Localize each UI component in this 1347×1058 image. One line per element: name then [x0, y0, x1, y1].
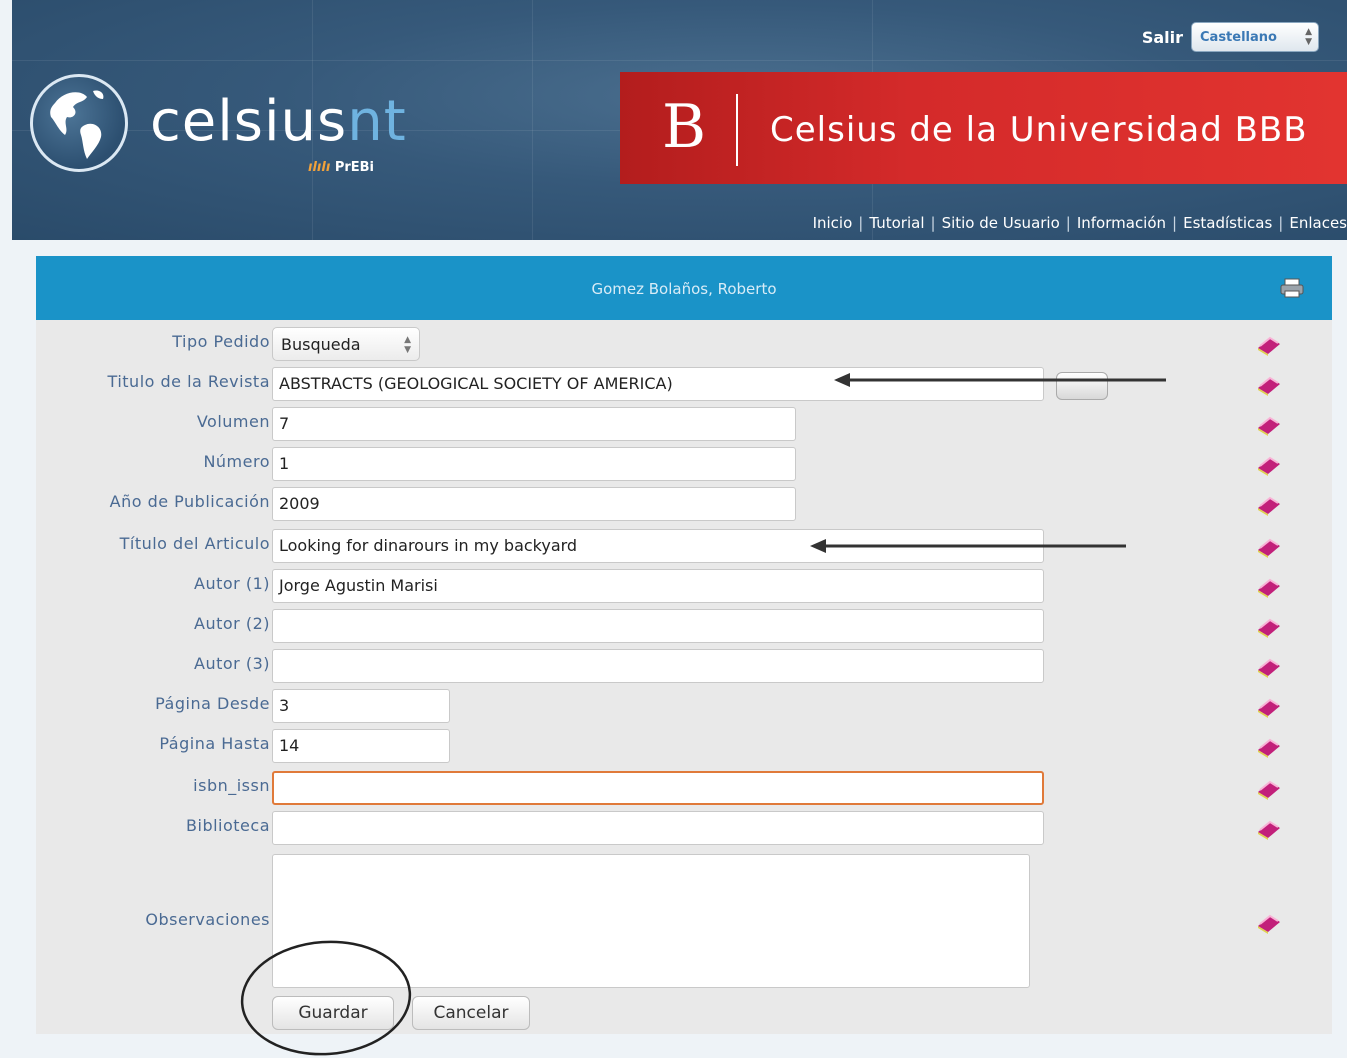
- pagina-desde-input[interactable]: 3: [272, 689, 450, 723]
- form-row-autor-2: Autor (2): [36, 606, 1332, 646]
- volumen-input[interactable]: 7: [272, 407, 796, 441]
- field-label: isbn_issn: [193, 776, 270, 795]
- autor-2-input[interactable]: [272, 609, 1044, 643]
- field-label: Volumen: [196, 412, 270, 431]
- help-book-icon[interactable]: [1254, 334, 1284, 356]
- field-label: Autor (2): [194, 614, 270, 633]
- nav-separator: |: [858, 214, 864, 232]
- field-label: Titulo de la Revista: [107, 372, 270, 391]
- spinner-arrows-icon: ▲ ▼: [404, 335, 411, 355]
- help-book-icon[interactable]: [1254, 696, 1284, 718]
- field-label: Tipo Pedido: [172, 332, 270, 351]
- tipo-pedido-select[interactable]: Busqueda ▲ ▼: [272, 327, 420, 361]
- banner-title: Celsius de la Universidad BBB: [770, 110, 1308, 150]
- form-row-volumen: Volumen 7: [36, 404, 1332, 444]
- field-label: Página Hasta: [159, 734, 270, 753]
- logout-link[interactable]: Salir: [1142, 28, 1183, 47]
- nav-separator: |: [1278, 214, 1284, 232]
- print-icon[interactable]: [1280, 278, 1304, 298]
- numero-input[interactable]: 1: [272, 447, 796, 481]
- field-label: Página Desde: [155, 694, 270, 713]
- prebi-logo: ılılı PrEBi: [308, 160, 374, 175]
- help-book-icon[interactable]: [1254, 656, 1284, 678]
- help-book-icon[interactable]: [1254, 912, 1284, 934]
- field-label: Observaciones: [145, 910, 270, 929]
- help-book-icon[interactable]: [1254, 736, 1284, 758]
- main-nav: Inicio | Tutorial | Sitio de Usuario | I…: [813, 214, 1347, 232]
- field-label: Número: [203, 452, 270, 471]
- site-header: celsiusnt ılılı PrEBi Salir Castellano ▲…: [12, 0, 1347, 240]
- tipo-pedido-value: Busqueda: [281, 335, 361, 354]
- help-book-icon[interactable]: [1254, 374, 1284, 396]
- annotation-circle-save: [240, 940, 412, 1056]
- prebi-logo-mark: ılılı: [308, 160, 331, 175]
- help-book-icon[interactable]: [1254, 616, 1284, 638]
- brand-logo-text[interactable]: celsiusnt: [150, 92, 407, 152]
- nav-separator: |: [1172, 214, 1178, 232]
- form-row-anio: Año de Publicación 2009: [36, 484, 1332, 524]
- form-row-pagina-hasta: Página Hasta 14: [36, 726, 1332, 766]
- isbn-issn-input[interactable]: [272, 771, 1044, 805]
- form-row-tipo-pedido: Tipo Pedido Busqueda ▲ ▼: [36, 324, 1332, 364]
- autor-1-input[interactable]: Jorge Agustin Marisi: [272, 569, 1044, 603]
- nav-item-enlaces[interactable]: Enlaces: [1289, 214, 1347, 232]
- field-label: Año de Publicación: [109, 492, 270, 511]
- user-name: Gomez Bolaños, Roberto: [591, 280, 777, 298]
- cancel-button[interactable]: Cancelar: [412, 996, 530, 1030]
- annotation-arrow-articulo: [810, 539, 1126, 553]
- nav-item-inicio[interactable]: Inicio: [813, 214, 853, 232]
- nav-item-tutorial[interactable]: Tutorial: [869, 214, 924, 232]
- form-row-titulo-articulo: Título del Articulo Looking for dinarour…: [36, 526, 1332, 566]
- nav-item-estadisticas[interactable]: Estadísticas: [1183, 214, 1272, 232]
- spinner-arrows-icon: ▲ ▼: [1305, 27, 1312, 47]
- field-label: Título del Articulo: [119, 534, 270, 553]
- nav-item-informacion[interactable]: Información: [1077, 214, 1166, 232]
- institution-banner: B Celsius de la Universidad BBB: [620, 72, 1347, 184]
- help-book-icon[interactable]: [1254, 576, 1284, 598]
- help-book-icon[interactable]: [1254, 454, 1284, 476]
- nav-separator: |: [930, 214, 936, 232]
- nav-item-sitio-usuario[interactable]: Sitio de Usuario: [942, 214, 1060, 232]
- form-row-autor-3: Autor (3): [36, 646, 1332, 686]
- form-row-biblioteca: Biblioteca: [36, 808, 1332, 848]
- form-row-pagina-desde: Página Desde 3: [36, 686, 1332, 726]
- field-label: Autor (3): [194, 654, 270, 673]
- language-select-value: Castellano: [1200, 29, 1277, 45]
- help-book-icon[interactable]: [1254, 818, 1284, 840]
- autor-3-input[interactable]: [272, 649, 1044, 683]
- help-book-icon[interactable]: [1254, 778, 1284, 800]
- help-book-icon[interactable]: [1254, 414, 1284, 436]
- pagina-hasta-input[interactable]: 14: [272, 729, 450, 763]
- annotation-arrow-revista: [834, 373, 1166, 387]
- language-select[interactable]: Castellano ▲ ▼: [1191, 22, 1319, 52]
- form-row-numero: Número 1: [36, 444, 1332, 484]
- banner-divider: [736, 94, 738, 166]
- field-label: Biblioteca: [186, 816, 270, 835]
- panel-header: Gomez Bolaños, Roberto: [36, 256, 1332, 320]
- biblioteca-input[interactable]: [272, 811, 1044, 845]
- globe-logo-icon: [30, 74, 128, 172]
- banner-logo-letter: B: [662, 92, 707, 162]
- form-row-isbn-issn: isbn_issn: [36, 768, 1332, 808]
- form-row-autor-1: Autor (1) Jorge Agustin Marisi: [36, 566, 1332, 606]
- nav-separator: |: [1065, 214, 1071, 232]
- anio-publicacion-input[interactable]: 2009: [272, 487, 796, 521]
- prebi-logo-text: PrEBi: [334, 160, 374, 175]
- field-label: Autor (1): [194, 574, 270, 593]
- help-book-icon[interactable]: [1254, 494, 1284, 516]
- help-book-icon[interactable]: [1254, 536, 1284, 558]
